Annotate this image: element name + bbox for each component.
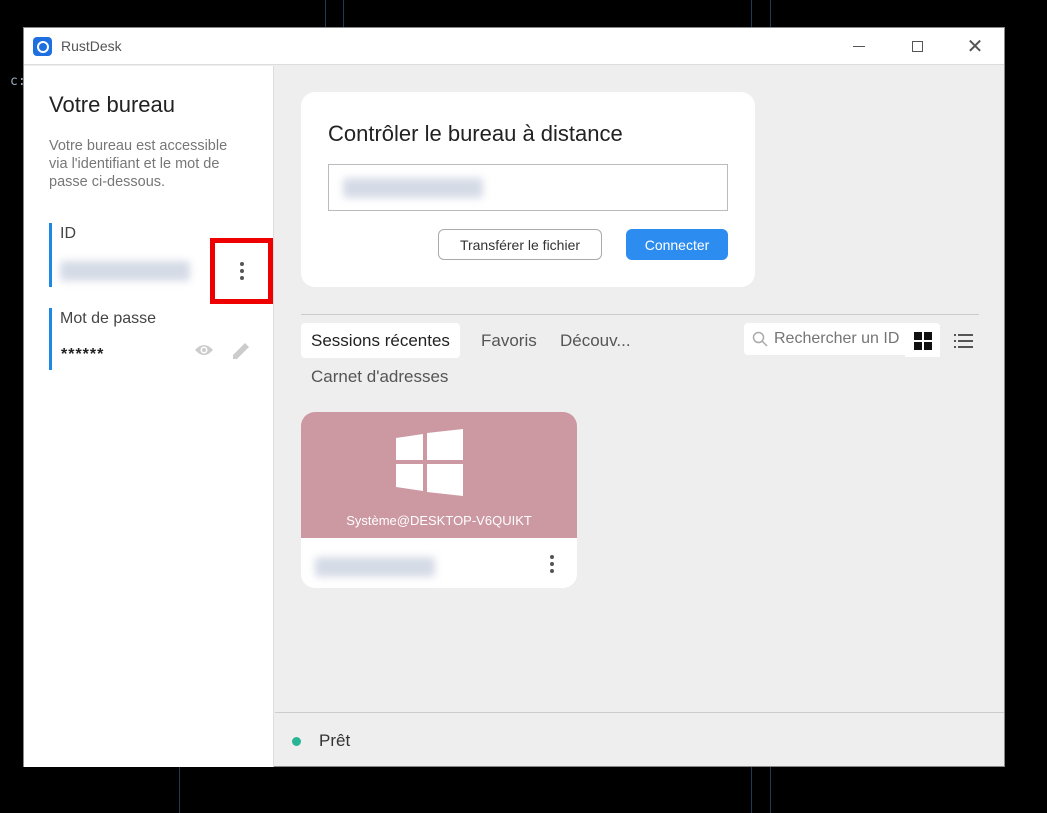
right-panel: Contrôler le bureau à distance Transfére… [275,66,1004,767]
remote-id-value-blurred [343,178,483,198]
search-input[interactable] [774,329,904,349]
session-id-blurred [315,557,435,577]
session-host-name: Système@DESKTOP-V6QUIKT [346,513,532,528]
id-menu-button[interactable] [210,238,273,304]
close-button[interactable]: ✕ [946,28,1004,65]
password-field: Mot de passe ****** [49,308,259,370]
your-desktop-title: Votre bureau [49,92,175,117]
password-value[interactable]: ****** [61,346,104,364]
connect-button[interactable]: Connecter [626,229,728,260]
divider [301,314,979,315]
background-line [751,767,752,813]
rustdesk-logo-icon [33,37,52,56]
your-desktop-description: Votre bureau est accessible via l'identi… [49,138,228,190]
tab-favorites[interactable]: Favoris [471,323,547,358]
tab-discovered[interactable]: Découv... [550,323,641,358]
list-view-icon [954,333,973,348]
pencil-icon[interactable] [230,340,252,362]
password-label: Mot de passe [60,310,157,327]
window-title: RustDesk [61,38,122,54]
status-text: Prêt [319,731,351,750]
rustdesk-window: RustDesk ✕ Votre bureau Votre bureau est… [23,27,1005,767]
remote-control-card: Contrôler le bureau à distance Transfére… [301,92,755,287]
session-more-icon[interactable] [550,555,554,573]
grid-view-icon [913,332,932,350]
id-label: ID [60,225,76,242]
status-bar: Prêt [275,712,1004,767]
minimize-icon [853,46,865,47]
session-card-preview[interactable]: Système@DESKTOP-V6QUIKT [301,412,577,538]
id-value-blurred[interactable] [60,261,190,281]
maximize-button[interactable] [888,28,946,65]
remote-id-input[interactable] [328,164,728,211]
background-line [179,767,180,813]
session-card[interactable]: Système@DESKTOP-V6QUIKT [301,412,577,588]
background-line [343,0,344,27]
minimize-button[interactable] [830,28,888,65]
background-line [770,0,771,27]
more-vertical-icon [240,262,244,280]
search-icon [752,331,768,347]
eye-icon[interactable] [194,343,214,357]
tab-address-book[interactable]: Carnet d'adresses [301,359,458,394]
close-icon: ✕ [966,35,984,58]
transfer-file-button[interactable]: Transférer le fichier [438,229,602,260]
status-indicator [292,737,301,746]
windows-icon [396,429,463,496]
remote-control-title: Contrôler le bureau à distance [328,121,623,146]
background-line [770,767,771,813]
left-panel: Votre bureau Votre bureau est accessible… [24,66,274,767]
title-bar: RustDesk ✕ [24,28,1004,65]
grid-view-button[interactable] [905,325,940,357]
list-view-button[interactable] [946,325,981,357]
background-line [325,0,326,27]
tab-recent-sessions[interactable]: Sessions récentes [301,323,460,358]
maximize-icon [911,41,923,52]
background-line [751,0,752,27]
